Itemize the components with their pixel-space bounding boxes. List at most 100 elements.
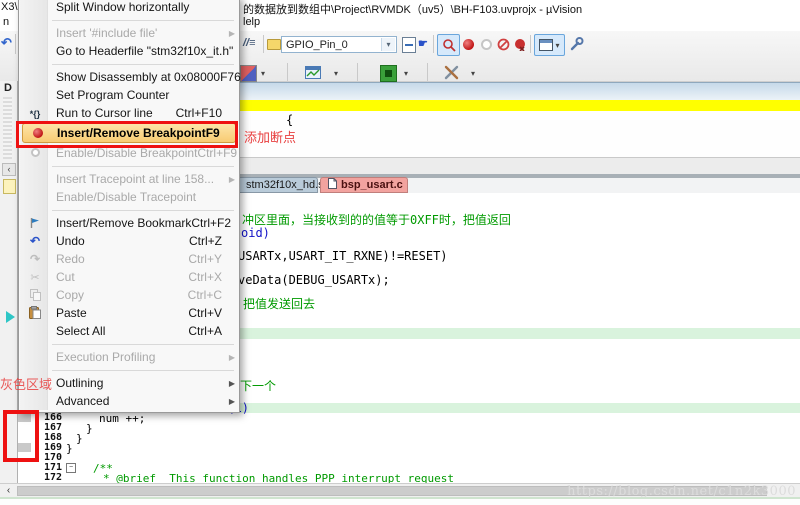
editor-context-menu: Split Window horizontally Insert '#includ… [18, 0, 241, 413]
menu-item-cut[interactable]: ✂ Cut Ctrl+X [20, 268, 238, 286]
editor-code-fragment: veData(DEBUG_USARTx); [238, 273, 390, 287]
comment-toolbar-icon[interactable]: //≡ [243, 37, 256, 49]
menu-item-label: Set Program Counter [56, 88, 170, 102]
editor-code-fragment: USARTx,USART_IT_RXNE)!=RESET) [238, 249, 448, 263]
menu-item-label: Insert Tracepoint at line 158... [56, 172, 215, 186]
find-in-files-icon[interactable] [402, 37, 416, 53]
editor-code-fragment: 把值发送回去 [243, 297, 316, 311]
analysis-windows-icon[interactable] [305, 65, 321, 79]
editor-code-fragment: oid) [241, 226, 270, 240]
scroll-left-icon[interactable]: ‹ [2, 163, 16, 176]
editor-code-line: num ++; [99, 412, 146, 425]
open-folder-icon[interactable] [267, 39, 281, 50]
menu-item-label: Outlining [56, 376, 104, 390]
cut-icon: ✂ [30, 271, 40, 284]
window-layout-icon[interactable]: ▾ [534, 34, 565, 56]
menu-item-label: Copy [56, 288, 85, 302]
fold-toggle-icon[interactable]: − [66, 463, 76, 473]
combo-value: GPIO_Pin_0 [286, 38, 348, 51]
menu-item-show-disassembly-at-0x08000f76[interactable]: Show Disassembly at 0x08000F76 [20, 68, 241, 86]
submenu-arrow-icon: ▶ [228, 378, 235, 388]
copy-icon [25, 288, 45, 302]
enable-breakpoint-toolbar-icon[interactable] [481, 39, 492, 50]
scrollbar-left-arrow-icon[interactable]: ‹ [2, 486, 15, 496]
undo-icon: ↶ [29, 234, 41, 248]
menu-item-label: Cut [56, 270, 75, 284]
menu-item-shortcut: Ctrl+C [187, 288, 222, 302]
menu-item-redo[interactable]: ↷ Redo Ctrl+Y [20, 250, 238, 268]
bookmark-icon [25, 217, 45, 230]
menu-item-copy[interactable]: Copy Ctrl+C [20, 286, 238, 304]
menu-item-insert-include-file[interactable]: Insert '#include file' ▶ [20, 24, 238, 42]
menu-item-insert-remove-bookmark[interactable]: Insert/Remove Bookmark Ctrl+F2 [20, 214, 238, 232]
menu-item-set-program-counter[interactable]: Set Program Counter [20, 86, 238, 104]
editor-code-fragment: 下一个 [240, 379, 277, 393]
undo-toolbar-icon[interactable]: ↶ [1, 35, 12, 51]
menu-item-enable-disable-tracepoint[interactable]: Enable/Disable Tracepoint [20, 188, 238, 206]
disassembly-panel-label: D [4, 82, 12, 94]
menu-item-select-all[interactable]: Select All Ctrl+A [20, 322, 238, 340]
menu-item-label: Insert '#include file' [56, 26, 158, 40]
menu-item-advanced[interactable]: Advanced ▶ [20, 392, 238, 410]
menu-help[interactable]: lelp [243, 16, 260, 28]
menu-separator [20, 340, 238, 348]
disable-all-breakpoints-icon[interactable] [497, 38, 510, 51]
menu-item-shortcut: Ctrl+X [188, 270, 222, 284]
window-bottom-edge [0, 497, 800, 505]
jump-hand-icon[interactable]: ☛ [418, 37, 428, 50]
serial-windows-icon[interactable] [240, 65, 257, 82]
title-fragment-left: X3\ [1, 1, 18, 13]
run-to-cursor-icon: *{} [29, 108, 41, 119]
submenu-arrow-icon: ▶ [228, 352, 235, 362]
menu-item-outlining[interactable]: Outlining ▶ [20, 374, 238, 392]
file-corner-icon [3, 179, 16, 194]
menu-item-execution-profiling[interactable]: Execution Profiling ▶ [20, 348, 238, 366]
toolbox-arrow-icon[interactable]: ▾ [471, 69, 475, 78]
menu-item-label: Insert/Remove Bookmark [56, 216, 192, 230]
menu-item-run-to-cursor-line[interactable]: *{} Run to Cursor line Ctrl+F10 [20, 104, 238, 122]
menu-separator [20, 366, 238, 374]
menu-item-shortcut: Ctrl+F2 [191, 216, 232, 230]
annotation-add-breakpoint: 添加断点 [244, 130, 297, 145]
editor-code-line: } [76, 432, 83, 445]
menu-item-go-to-headerfile-stm32f10x-it-h[interactable]: Go to Headerfile "stm32f10x_it.h" [20, 42, 238, 60]
menu-separator [20, 206, 238, 214]
menu-item-undo[interactable]: ↶ Undo Ctrl+Z [20, 232, 238, 250]
editor-code-fragment: 冲区里面，当接收到的的值等于0XFF时，把值返回 [242, 213, 511, 227]
annotation-gray-area: 灰色区域 [0, 377, 53, 392]
menu-item-shortcut: Ctrl+A [188, 324, 222, 338]
horizontal-scrollbar[interactable]: ‹ https://blog.csdn.net/c1n2k3000 [0, 483, 800, 499]
menu-item-label: Undo [56, 234, 85, 248]
menu-item-shortcut: Ctrl+V [188, 306, 222, 320]
tab-bsp-usart-c[interactable]: bsp_usart.c [320, 177, 408, 193]
menu-item-label: Select All [56, 324, 106, 338]
menu-item-paste[interactable]: Paste Ctrl+V [20, 304, 238, 322]
analysis-windows-arrow-icon[interactable]: ▾ [334, 69, 338, 78]
system-viewer-icon[interactable] [380, 65, 397, 82]
find-icon[interactable] [437, 34, 460, 56]
menu-item-insert-tracepoint-at-line-158[interactable]: Insert Tracepoint at line 158... ▶ [20, 170, 238, 188]
menu-item-label: Go to Headerfile "stm32f10x_it.h" [56, 44, 234, 58]
combo-arrow-icon[interactable]: ▾ [381, 38, 395, 51]
menu-item-shortcut: Ctrl+Z [189, 234, 222, 248]
toolbox-icon[interactable] [443, 64, 461, 80]
system-viewer-arrow-icon[interactable]: ▾ [404, 69, 408, 78]
toolbar-grip[interactable] [3, 97, 12, 159]
tab-stm32f10x-hd-s[interactable]: stm32f10x_hd.s [238, 177, 324, 193]
menu-item-split-window-horizontally[interactable]: Split Window horizontally [20, 0, 238, 16]
menu-item-label: Show Disassembly at 0x08000F76 [56, 70, 241, 84]
menu-separator [20, 60, 238, 68]
tab-label: bsp_usart.c [341, 179, 403, 191]
submenu-arrow-icon: ▶ [228, 396, 235, 406]
serial-windows-arrow-icon[interactable]: ▾ [261, 69, 265, 78]
wrench-icon[interactable] [568, 35, 584, 51]
current-statement-arrow-icon [6, 311, 15, 323]
insert-breakpoint-icon[interactable] [463, 39, 474, 50]
function-combo[interactable]: GPIO_Pin_0 ▾ [281, 36, 397, 53]
kill-all-breakpoints-icon[interactable] [514, 38, 527, 51]
document-icon [328, 178, 337, 192]
redo-icon: ↷ [29, 252, 41, 266]
menu-item-label: Advanced [56, 394, 110, 408]
editor-code-line: * @brief This function handles PPP inter… [103, 472, 454, 483]
editor-code-line: } [86, 422, 93, 435]
